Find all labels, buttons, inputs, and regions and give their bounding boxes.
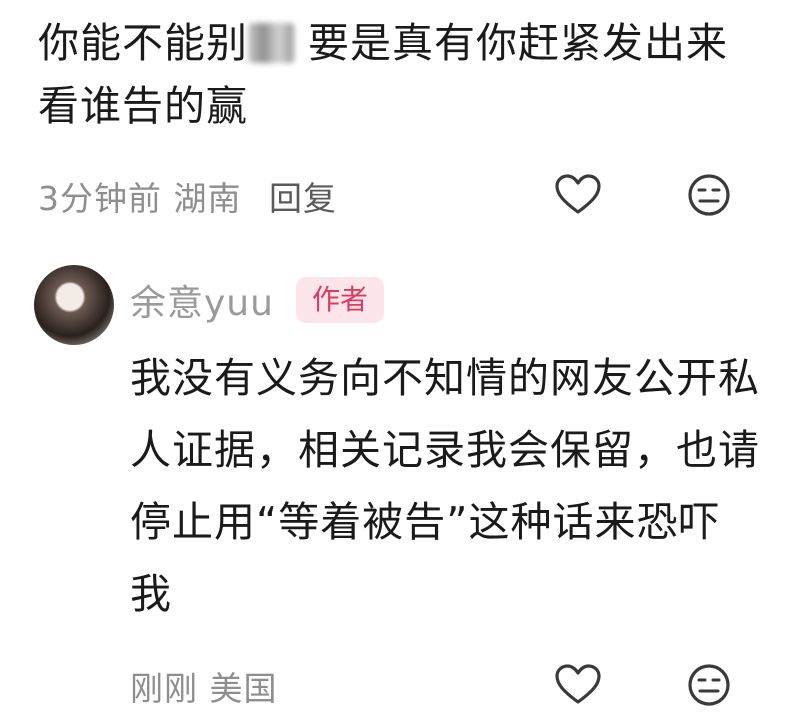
- heart-outline-icon[interactable]: [553, 170, 603, 220]
- comment-text-part: 你能不能别: [38, 19, 248, 67]
- avatar[interactable]: [34, 265, 114, 345]
- heart-outline-icon[interactable]: [553, 660, 603, 710]
- author-line: 余意yuu 作者: [130, 272, 384, 328]
- reply-text: 我没有义务向不知情的网友公开私人证据，相关记录我会保留，也请停止用“等着被告”这…: [130, 354, 760, 618]
- reply-time: 刚刚: [130, 669, 198, 708]
- reply-location: 美国: [209, 669, 278, 708]
- reply-button[interactable]: 回复: [269, 179, 337, 218]
- comment-location: 湖南: [173, 179, 242, 218]
- meh-face-icon[interactable]: [684, 170, 734, 220]
- comment-text: 你能不能别 要是真有你赶紧发出来 看谁告的赢: [38, 12, 738, 138]
- comment-meta: 3分钟前 湖南 回复: [38, 172, 337, 220]
- reply-meta: 刚刚 美国: [130, 662, 278, 710]
- blurred-text: [248, 23, 294, 63]
- author-badge: 作者: [295, 277, 384, 323]
- comment-time: 3分钟前: [38, 179, 162, 218]
- author-name[interactable]: 余意yuu: [130, 274, 274, 326]
- meh-face-icon[interactable]: [684, 660, 734, 710]
